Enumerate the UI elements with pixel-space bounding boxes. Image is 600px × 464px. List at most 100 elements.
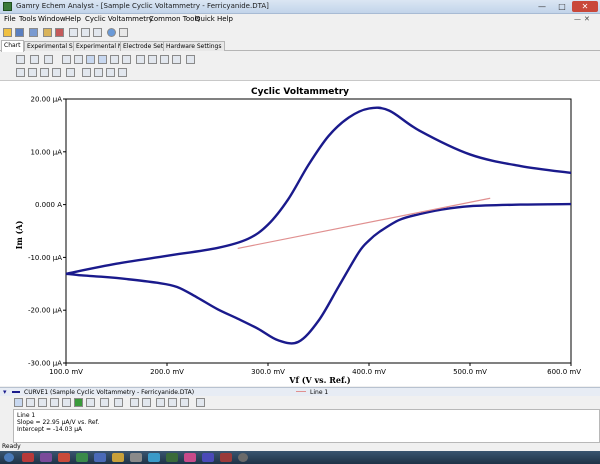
menu-tools[interactable]: Tools	[19, 15, 36, 23]
menu-common-tools[interactable]: Common Tools	[149, 15, 200, 23]
window-title: Gamry Echem Analyst - [Sample Cyclic Vol…	[16, 2, 269, 10]
x-tick-label: 200.0 mV	[150, 368, 184, 376]
y-tick-label: -20.00 µA	[28, 307, 62, 315]
menu-help[interactable]: Help	[65, 15, 81, 23]
print-icon[interactable]	[55, 28, 64, 37]
line-style-icon[interactable]	[52, 68, 61, 77]
menu-quick-help[interactable]: Quick Help	[195, 15, 233, 23]
help-icon[interactable]	[107, 28, 116, 37]
arrow-tool-icon[interactable]	[62, 398, 71, 407]
bring-front-icon[interactable]	[130, 398, 139, 407]
cursor-icon[interactable]	[160, 55, 169, 64]
start-icon[interactable]	[4, 453, 14, 462]
task-app-7-icon[interactable]	[130, 453, 142, 462]
axis-icon[interactable]	[44, 55, 53, 64]
paste-icon[interactable]	[28, 68, 37, 77]
tab-hardware-settings[interactable]: Hardware Settings	[163, 41, 225, 51]
legend-line-label[interactable]: Line 1	[310, 389, 328, 396]
fit-line-name: Line 1	[17, 412, 36, 419]
settings-icon[interactable]	[122, 55, 131, 64]
tile-horizontal-icon[interactable]	[69, 28, 78, 37]
fit-slope: Slope = 22.95 µA/V vs. Ref.	[17, 419, 100, 426]
task-app-5-icon[interactable]	[94, 453, 106, 462]
close-icon[interactable]: ✕	[572, 1, 598, 12]
copy-icon[interactable]	[16, 55, 25, 64]
font-icon[interactable]	[100, 398, 109, 407]
y-axis-label: Im (A)	[14, 220, 24, 249]
about-icon[interactable]	[119, 28, 128, 37]
save-chart-icon[interactable]	[106, 68, 115, 77]
menu-file[interactable]: File	[4, 15, 16, 23]
status-text: Ready	[2, 443, 21, 450]
x-axis-label: Vf (V vs. Ref.)	[288, 375, 351, 385]
marker-icon[interactable]	[40, 68, 49, 77]
chart-type-icon[interactable]	[30, 55, 39, 64]
align-icon[interactable]	[180, 398, 189, 407]
chart-title: Cyclic Voltammetry	[251, 87, 349, 97]
zoom-in-icon[interactable]	[62, 55, 71, 64]
legend-icon[interactable]	[110, 55, 119, 64]
line-tool-icon[interactable]	[50, 398, 59, 407]
zoom-out-icon[interactable]	[74, 55, 83, 64]
chart-panel: Cyclic Voltammetry Im (A) Vf (V vs. Ref.…	[0, 80, 600, 386]
taskbar	[0, 451, 600, 464]
legend-curve-label[interactable]: CURVE1 (Sample Cyclic Voltammetry - Ferr…	[24, 389, 194, 396]
select-icon[interactable]	[86, 55, 95, 64]
fill-color-icon[interactable]	[114, 398, 123, 407]
tab-chart[interactable]: Chart	[1, 40, 24, 52]
export-chart-icon[interactable]	[118, 68, 127, 77]
tile-vertical-icon[interactable]	[81, 28, 90, 37]
cut-icon[interactable]	[16, 68, 25, 77]
task-app-11-icon[interactable]	[202, 453, 214, 462]
text-tool-icon[interactable]	[86, 398, 95, 407]
task-app-10-icon[interactable]	[184, 453, 196, 462]
tools-icon[interactable]	[186, 55, 195, 64]
color-icon[interactable]	[74, 398, 83, 407]
menu-cyclic-voltammetry[interactable]: Cyclic Voltammetry	[85, 15, 153, 23]
cascade-icon[interactable]	[93, 28, 102, 37]
mdi-minimize-icon[interactable]: —	[574, 15, 581, 23]
menu-window[interactable]: Window	[38, 15, 66, 23]
group-icon[interactable]	[156, 398, 165, 407]
properties-icon[interactable]	[196, 398, 205, 407]
print-chart-icon[interactable]	[136, 55, 145, 64]
maximize-icon[interactable]: □	[552, 1, 572, 12]
find-icon[interactable]	[172, 55, 181, 64]
save-icon[interactable]	[15, 28, 24, 37]
export-icon[interactable]	[43, 28, 52, 37]
task-app-2-icon[interactable]	[40, 453, 52, 462]
ellipse-icon[interactable]	[38, 398, 47, 407]
grid-icon[interactable]	[98, 55, 107, 64]
x-tick-label: 500.0 mV	[453, 368, 487, 376]
task-app-6-icon[interactable]	[112, 453, 124, 462]
main-toolbar	[0, 26, 600, 39]
x-tick-label: 100.0 mV	[49, 368, 83, 376]
y-tick-label: 0.000 A	[35, 201, 62, 209]
ungroup-icon[interactable]	[168, 398, 177, 407]
task-app-4-icon[interactable]	[76, 453, 88, 462]
legend-expand-icon[interactable]: ▾	[3, 388, 7, 396]
task-app-13-icon[interactable]	[238, 453, 248, 462]
task-app-12-icon[interactable]	[220, 453, 232, 462]
minimize-icon[interactable]: —	[532, 1, 552, 12]
graph-icon[interactable]	[29, 28, 38, 37]
x-tick-label: 300.0 mV	[251, 368, 285, 376]
menu-bar: File Tools Window Help Cyclic Voltammetr…	[0, 14, 600, 26]
redraw-icon[interactable]	[82, 68, 91, 77]
fit-results-panel: Line 1 Slope = 22.95 µA/V vs. Ref. Inter…	[13, 409, 600, 443]
status-bar: Ready	[0, 443, 600, 451]
fill-icon[interactable]	[66, 68, 75, 77]
table-icon[interactable]	[94, 68, 103, 77]
tab-strip: Chart Experimental Setup Experimental No…	[0, 40, 600, 52]
rectangle-icon[interactable]	[26, 398, 35, 407]
notes-toolbar	[0, 396, 600, 408]
pointer-icon[interactable]	[14, 398, 23, 407]
mdi-close-icon[interactable]: ✕	[584, 15, 590, 23]
task-app-3-icon[interactable]	[58, 453, 70, 462]
task-app-1-icon[interactable]	[22, 453, 34, 462]
task-app-9-icon[interactable]	[166, 453, 178, 462]
pan-icon[interactable]	[148, 55, 157, 64]
task-app-8-icon[interactable]	[148, 453, 160, 462]
send-back-icon[interactable]	[142, 398, 151, 407]
open-icon[interactable]	[3, 28, 12, 37]
